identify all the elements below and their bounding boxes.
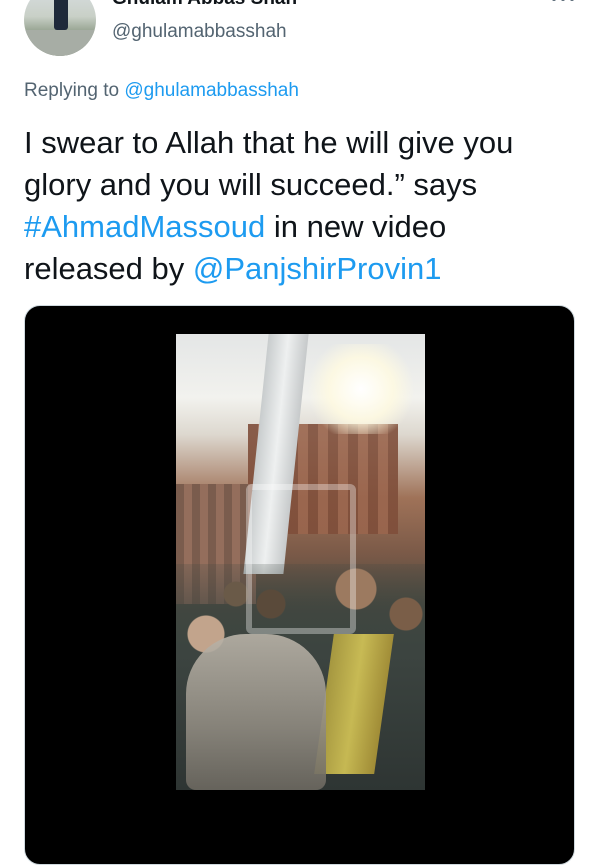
tweet-text-line: released by @PanjshirProvin1	[24, 248, 584, 290]
avatar-background	[24, 30, 96, 56]
tweet-text-line: I swear to Allah that he will give you	[24, 125, 514, 160]
hashtag-link[interactable]: #AhmadMassoud	[24, 209, 265, 244]
video-click-area[interactable]	[25, 306, 574, 864]
dot	[561, 0, 565, 1]
dot	[552, 0, 556, 1]
mention-link[interactable]: @PanjshirProvin1	[193, 251, 442, 286]
dot	[570, 0, 574, 1]
replying-to: Replying to @ghulamabbasshah	[24, 80, 299, 102]
more-horizontal-icon[interactable]	[552, 0, 574, 4]
avatar-figure	[54, 0, 68, 30]
replying-to-prefix: Replying to	[24, 80, 120, 101]
avatar[interactable]	[24, 0, 96, 56]
replying-to-handle-link[interactable]: @ghulamabbasshah	[124, 80, 299, 101]
author-handle[interactable]: @ghulamabbasshah	[112, 21, 287, 43]
tweet-text-fragment: in new video	[265, 209, 447, 244]
tweet-text-line: glory and you will succeed.” says	[24, 167, 478, 202]
tweet-text-line: #AhmadMassoud in new video	[24, 206, 584, 248]
tweet-text: I swear to Allah that he will give you g…	[24, 122, 584, 290]
video-player[interactable]	[24, 305, 575, 865]
tweet-text-fragment: released by	[24, 251, 193, 286]
author-display-name[interactable]: Ghulam Abbas Shah	[112, 0, 297, 10]
